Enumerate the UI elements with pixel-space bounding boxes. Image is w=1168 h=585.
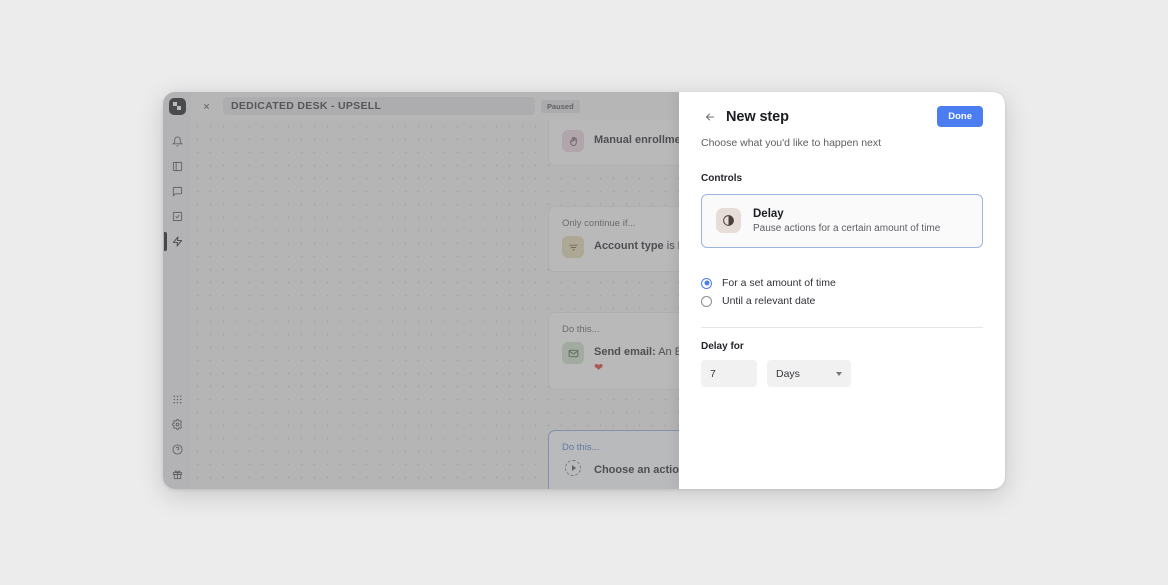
radio-until-relevant-date[interactable]: Until a relevant date — [701, 292, 983, 310]
radio-set-amount-of-time[interactable]: For a set amount of time — [701, 274, 983, 292]
delay-unit-value: Days — [776, 367, 800, 380]
sidebar-item-whats-new[interactable] — [164, 462, 190, 487]
divider — [701, 327, 983, 328]
sidebar-item-help[interactable] — [164, 437, 190, 462]
sidebar-item-messages[interactable] — [164, 179, 190, 204]
gear-icon — [171, 419, 183, 430]
delay-unit-select[interactable]: Days — [767, 360, 851, 387]
filter-icon — [562, 236, 584, 258]
email-action-label: Send email: — [594, 346, 656, 358]
play-circle-icon — [565, 460, 581, 477]
hand-icon — [562, 130, 584, 152]
gift-icon — [172, 469, 183, 480]
sidebar-item-settings[interactable] — [164, 412, 190, 437]
sidebar-icon-rail — [163, 92, 191, 489]
radio-mark-icon — [701, 295, 712, 307]
brand-logo[interactable] — [168, 98, 186, 115]
flow-node-title-text: Manual enrollment — [594, 134, 692, 146]
chevron-down-icon — [836, 371, 842, 376]
delay-option-description: Pause actions for a certain amount of ti… — [753, 223, 941, 234]
help-circle-icon — [171, 444, 183, 455]
radio-label: For a set amount of time — [722, 277, 836, 289]
step-option-delay[interactable]: Delay Pause actions for a certain amount… — [701, 194, 983, 248]
delay-option-text: Delay Pause actions for a certain amount… — [753, 208, 940, 234]
message-square-icon — [172, 186, 183, 197]
panel-header: New step Done — [701, 92, 983, 127]
delay-clock-icon — [716, 208, 741, 233]
delay-amount-input[interactable] — [701, 360, 757, 387]
sidebar-item-automations[interactable] — [164, 229, 190, 254]
panel-subtitle: Choose what you'd like to happen next — [701, 137, 882, 149]
condition-field: Account type — [594, 240, 664, 252]
delay-option-title: Delay — [753, 208, 784, 220]
layout-panel-icon — [172, 161, 183, 172]
sidebar-item-apps[interactable] — [164, 387, 190, 412]
new-step-panel: New step Done Choose what you'd like to … — [679, 92, 1005, 489]
checklist-icon — [172, 211, 183, 222]
sidebar-item-dashboard[interactable] — [164, 154, 190, 179]
controls-section-heading: Controls — [701, 173, 743, 184]
delay-mode-radio-group: For a set amount of time Until a relevan… — [701, 274, 983, 310]
condition-operator: is — [666, 240, 675, 252]
sidebar-item-notifications[interactable] — [164, 129, 190, 154]
app-window: DEDICATED DESK - UPSELL Paused Manual en… — [163, 92, 1005, 489]
sidebar-item-tasks[interactable] — [164, 204, 190, 229]
status-badge: Paused — [541, 99, 580, 113]
done-button[interactable]: Done — [937, 106, 983, 127]
arrow-left-icon[interactable] — [701, 108, 719, 126]
close-icon[interactable] — [191, 102, 221, 111]
radio-label: Until a relevant date — [722, 295, 816, 307]
envelope-icon — [562, 342, 584, 364]
flow-node-summary: Choose an action — [594, 460, 686, 478]
workflow-title[interactable]: DEDICATED DESK - UPSELL — [223, 97, 535, 115]
choose-action-text: Choose an action — [594, 463, 686, 476]
bell-icon — [171, 136, 183, 147]
delay-for-label: Delay for — [701, 341, 744, 352]
delay-inputs: Days — [701, 360, 983, 387]
page-title: New step — [726, 108, 789, 125]
flow-node-title: Manual enrollment — [594, 130, 691, 148]
grid-apps-icon — [172, 394, 183, 405]
lightning-bolt-icon — [172, 236, 183, 247]
radio-mark-icon — [701, 277, 712, 289]
